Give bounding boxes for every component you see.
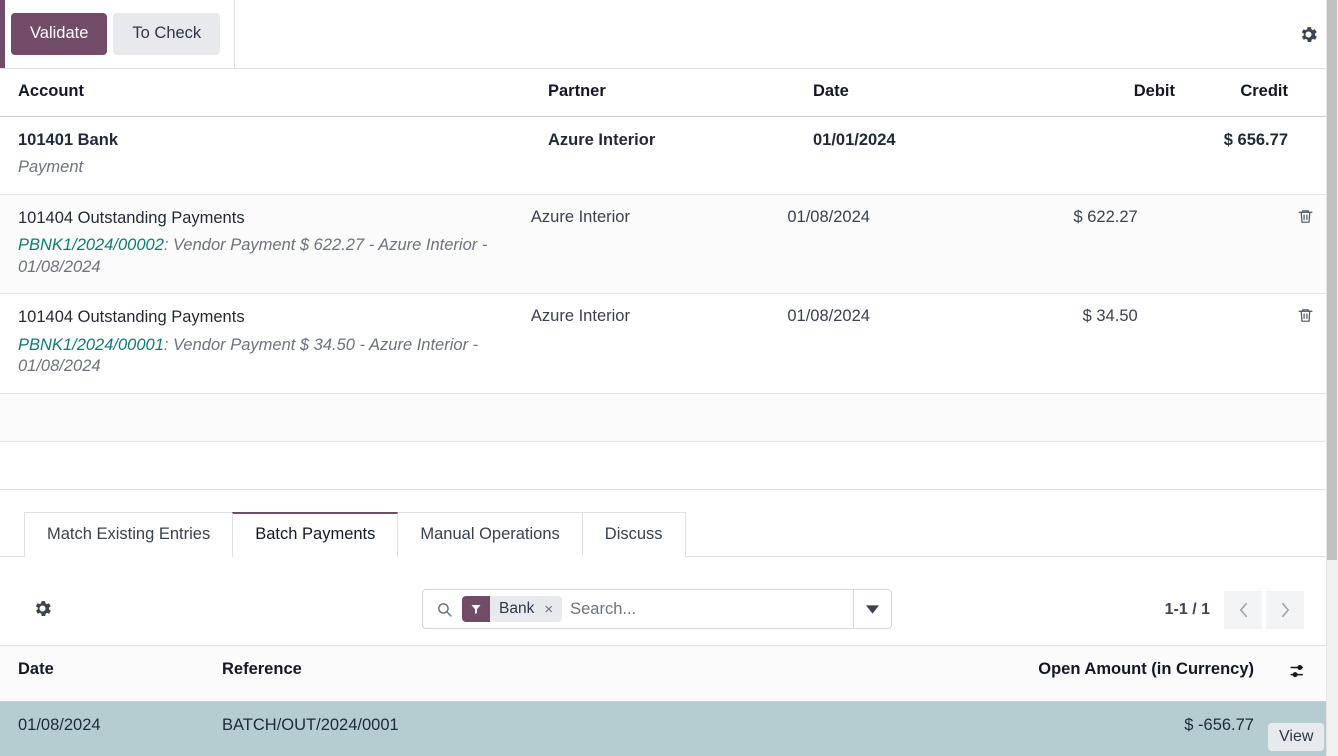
cell-reference: BATCH/OUT/2024/0001: [222, 702, 922, 756]
table-row[interactable]: 101404 Outstanding Payments PBNK1/2024/0…: [0, 294, 1326, 393]
table-row[interactable]: 01/08/2024 BATCH/OUT/2024/0001 $ -656.77…: [0, 702, 1326, 756]
cell-partner: Azure Interior: [531, 294, 787, 392]
table-row[interactable]: 101401 Bank Payment Azure Interior 01/01…: [0, 117, 1326, 195]
cell-empty: [0, 442, 548, 489]
view-button[interactable]: View: [1268, 723, 1324, 751]
cell-credit: [1148, 294, 1286, 392]
statusbar-buttons: Validate To Check: [0, 0, 235, 69]
table-row-empty[interactable]: [0, 394, 1326, 442]
cell-date: 01/01/2024: [813, 117, 1045, 194]
tab-batch-payments[interactable]: Batch Payments: [232, 512, 398, 557]
validate-button[interactable]: Validate: [11, 13, 107, 54]
facet-label: Bank: [490, 596, 541, 622]
payment-reference-link[interactable]: PBNK1/2024/00001: [18, 336, 164, 354]
table-row-empty[interactable]: [0, 442, 1326, 490]
cell-date: 01/08/2024: [0, 702, 222, 756]
account-label: 101404 Outstanding Payments: [18, 208, 531, 229]
column-header-partner: Partner: [548, 69, 813, 116]
filter-icon: [462, 596, 490, 622]
cell-debit: $ 34.50: [1012, 294, 1148, 392]
cell-debit: [1045, 117, 1185, 194]
cell-date: 01/08/2024: [787, 195, 1012, 293]
search-panel: Bank ×: [422, 589, 892, 629]
pager-next-button[interactable]: [1266, 591, 1304, 629]
cell-debit: $ 622.27: [1012, 195, 1148, 293]
tab-manual-operations[interactable]: Manual Operations: [397, 512, 582, 557]
to-check-button[interactable]: To Check: [113, 13, 220, 54]
search-input[interactable]: [570, 591, 853, 627]
chevron-down-icon[interactable]: [853, 590, 891, 628]
table-row[interactable]: 101404 Outstanding Payments PBNK1/2024/0…: [0, 195, 1326, 294]
batch-payments-list: Date Reference Open Amount (in Currency)…: [0, 645, 1326, 756]
column-header-reference: Reference: [222, 646, 922, 701]
gear-icon[interactable]: [1296, 22, 1320, 46]
pager-range: 1-1 / 1: [1165, 601, 1210, 619]
cell-partner: Azure Interior: [548, 117, 813, 194]
column-header-account: Account: [0, 69, 548, 116]
notebook: Match Existing Entries Batch Payments Ma…: [0, 511, 1326, 557]
cell-action: View: [1268, 702, 1326, 756]
tab-match-existing-entries[interactable]: Match Existing Entries: [24, 512, 233, 557]
cell-account: 101401 Bank Payment: [0, 117, 548, 194]
journal-items-table: Account Partner Date Debit Credit 101401…: [0, 69, 1326, 490]
gear-icon[interactable]: [32, 598, 54, 620]
scrollbar-thumb[interactable]: [1327, 0, 1337, 560]
partner-label: Azure Interior: [548, 131, 655, 149]
column-header-date: Date: [813, 69, 1045, 116]
cell-delete: [1285, 294, 1326, 392]
account-sublabel: PBNK1/2024/00002: Vendor Payment $ 622.2…: [18, 235, 531, 278]
cell-credit: $ 656.77: [1185, 117, 1326, 194]
account-sublabel: PBNK1/2024/00001: Vendor Payment $ 34.50…: [18, 335, 531, 378]
column-header-date: Date: [0, 646, 222, 701]
control-panel: Bank × 1-1 / 1: [0, 573, 1326, 645]
vertical-scrollbar[interactable]: [1326, 0, 1338, 756]
sliders-icon[interactable]: [1288, 662, 1307, 681]
cell-account: 101404 Outstanding Payments PBNK1/2024/0…: [0, 294, 531, 392]
cell-empty: [0, 394, 548, 441]
credit-amount: $ 656.77: [1224, 131, 1288, 149]
cell-date: 01/08/2024: [787, 294, 1012, 392]
batch-list-header: Date Reference Open Amount (in Currency): [0, 645, 1326, 702]
account-label: 101404 Outstanding Payments: [18, 307, 531, 328]
trash-icon[interactable]: [1297, 208, 1314, 225]
cell-partner: Azure Interior: [531, 195, 787, 293]
pager-previous-button[interactable]: [1224, 591, 1262, 629]
statusbar-spacer: [235, 0, 1338, 69]
search-facet-bank[interactable]: Bank ×: [462, 596, 562, 622]
journal-entry-reconciliation-screen: Validate To Check Account Partner Date D…: [0, 0, 1338, 756]
account-sublabel: Payment: [18, 157, 548, 178]
account-label: 101401 Bank: [18, 130, 548, 151]
column-header-open-amount: Open Amount (in Currency): [922, 646, 1268, 701]
column-header-credit: Credit: [1185, 69, 1326, 116]
column-header-debit: Debit: [1045, 69, 1185, 116]
cell-delete: [1285, 195, 1326, 293]
cell-account: 101404 Outstanding Payments PBNK1/2024/0…: [0, 195, 531, 293]
notebook-tabs: Match Existing Entries Batch Payments Ma…: [0, 511, 1326, 557]
search-icon: [423, 601, 462, 618]
trash-icon[interactable]: [1297, 307, 1314, 324]
statusbar: Validate To Check: [0, 0, 1338, 69]
searchbar: Bank ×: [422, 589, 892, 629]
pager: 1-1 / 1: [1165, 591, 1304, 629]
tab-discuss[interactable]: Discuss: [582, 512, 686, 557]
date-label: 01/01/2024: [813, 131, 896, 149]
journal-table-header: Account Partner Date Debit Credit: [0, 69, 1326, 117]
cell-credit: [1148, 195, 1286, 293]
column-options-cell: [1268, 646, 1326, 701]
cell-open-amount: $ -656.77: [922, 702, 1268, 756]
facet-remove-icon[interactable]: ×: [541, 596, 562, 622]
payment-reference-link[interactable]: PBNK1/2024/00002: [18, 236, 164, 254]
